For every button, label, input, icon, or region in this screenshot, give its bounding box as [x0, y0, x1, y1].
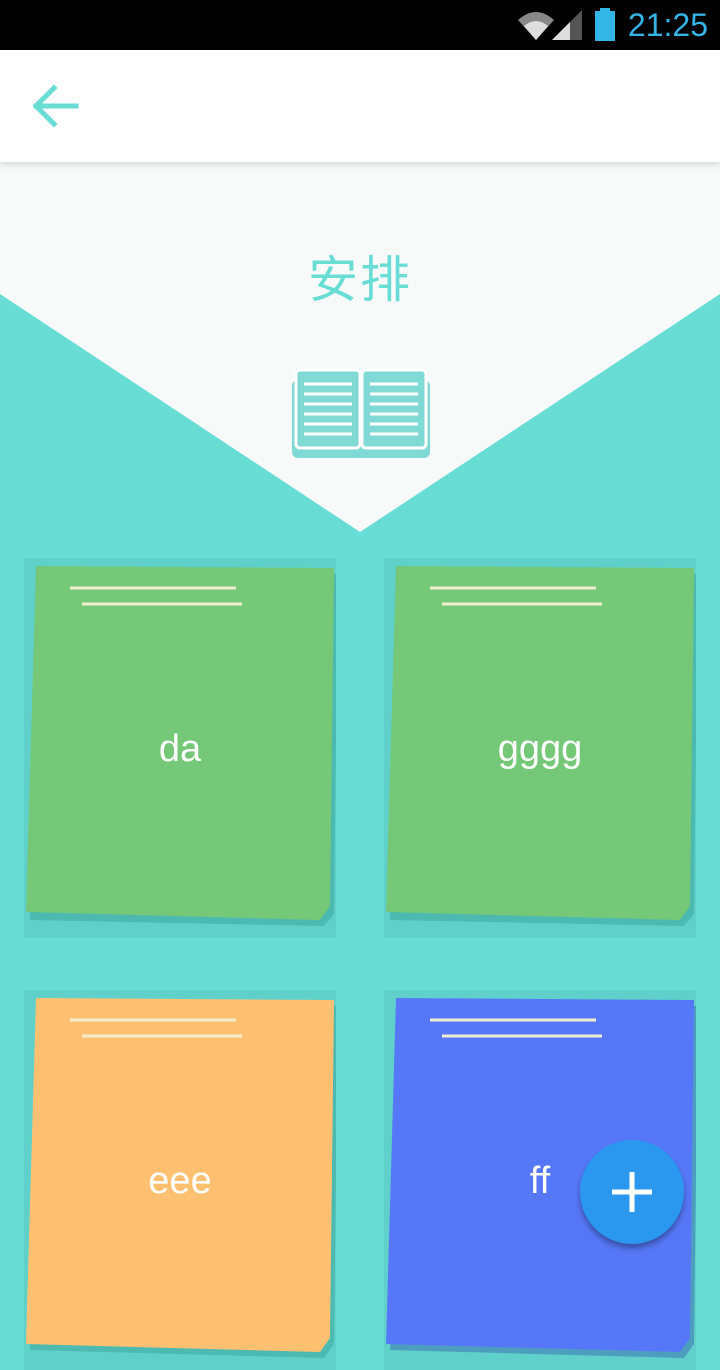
clock-time: 21:25	[627, 7, 708, 43]
note-card[interactable]: eee	[24, 990, 336, 1370]
status-bar: 21:25	[0, 0, 720, 50]
wifi-icon	[518, 12, 554, 40]
note-label: da	[158, 728, 202, 770]
book-icon	[292, 368, 430, 458]
add-note-button[interactable]	[580, 1140, 684, 1244]
plus-icon	[612, 1172, 652, 1212]
arrow-left-icon[interactable]	[30, 84, 82, 128]
page-title: 安排	[308, 251, 412, 309]
note-label: gggg	[497, 728, 583, 770]
battery-icon	[595, 8, 615, 41]
note-card[interactable]: gggg	[384, 558, 696, 938]
note-label: eee	[148, 1160, 212, 1202]
signal-icon	[552, 10, 582, 40]
note-card[interactable]: da	[24, 558, 336, 938]
header-background	[0, 162, 720, 532]
app-bar	[0, 50, 720, 162]
